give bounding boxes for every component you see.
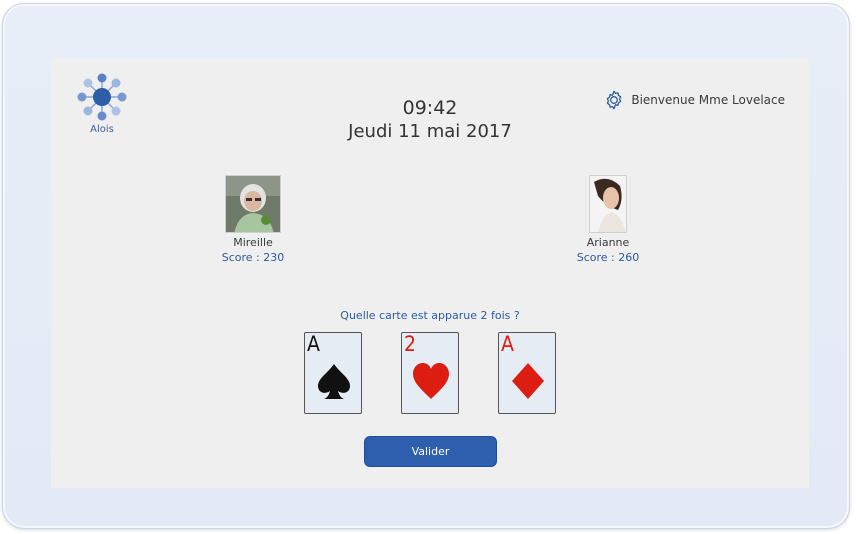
app-screen: Alois 09:42 Jeudi 11 mai 2017 Bienvenue … <box>51 58 809 488</box>
game-question: Quelle carte est apparue 2 fois ? <box>340 309 520 322</box>
heart-icon <box>413 363 449 399</box>
player-score: Score : 230 <box>221 251 285 264</box>
player-name: Mireille <box>233 236 273 249</box>
player-card-mireille: Mireille Score : 230 <box>198 175 308 264</box>
player-card-arianne: Arianne Score : 260 <box>553 175 663 264</box>
card-option-ace-of-spades[interactable]: A <box>304 332 362 414</box>
tablet-frame: Alois 09:42 Jeudi 11 mai 2017 Bienvenue … <box>2 3 850 529</box>
diamond-icon <box>512 363 544 399</box>
current-date: Jeudi 11 mai 2017 <box>348 121 512 142</box>
card-rank: A <box>501 332 514 356</box>
validate-button[interactable]: Valider <box>364 436 497 467</box>
card-rank: 2 <box>404 332 417 356</box>
card-rank: A <box>307 332 320 356</box>
avatar <box>225 175 281 233</box>
user-welcome: Bienvenue Mme Lovelace <box>603 89 785 111</box>
welcome-text: Bienvenue Mme Lovelace <box>631 93 785 107</box>
card-option-two-of-hearts[interactable]: 2 <box>401 332 459 414</box>
player-name: Arianne <box>586 236 630 249</box>
avatar <box>589 175 627 233</box>
gear-icon[interactable] <box>603 89 625 111</box>
spade-icon <box>318 364 350 399</box>
player-score: Score : 260 <box>576 251 640 264</box>
card-option-ace-of-diamonds[interactable]: A <box>498 332 556 414</box>
